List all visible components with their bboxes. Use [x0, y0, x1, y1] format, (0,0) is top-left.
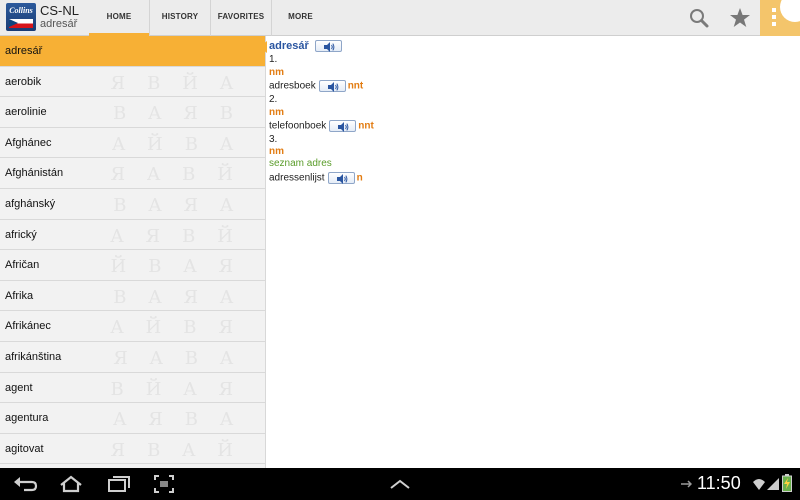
overflow-menu-icon — [772, 8, 777, 28]
entry-panel — [267, 36, 800, 468]
speaker-icon — [327, 82, 339, 92]
entry-headword: adresář — [269, 40, 309, 52]
speaker-icon — [338, 122, 349, 132]
decorative-circle — [780, 0, 800, 22]
gender: n — [356, 172, 363, 184]
list-item[interactable]: AЯBA agentura — [0, 403, 265, 434]
overflow-menu-button[interactable] — [760, 0, 800, 36]
list-item[interactable]: ЯBЙA aerobik — [0, 67, 265, 98]
list-item[interactable]: AЙBЯ Afrikánec — [0, 311, 265, 342]
translation-line: telefoonboek nnt — [269, 120, 374, 132]
favorite-button[interactable] — [726, 4, 754, 32]
gender: nnt — [358, 120, 374, 132]
tab-home[interactable]: HOME — [89, 0, 149, 36]
list-item[interactable]: ЯBAЙ agitovat — [0, 434, 265, 465]
sense-number: 3. — [269, 134, 278, 145]
part-of-speech: nm — [269, 107, 284, 118]
speaker-icon — [323, 42, 334, 53]
list-item[interactable]: BAЯA Afrika — [0, 281, 265, 312]
pronounce-button[interactable] — [329, 120, 357, 132]
list-item-label: Afričan — [5, 259, 40, 272]
translation: adressenlijst — [269, 172, 325, 184]
signal-icon — [767, 478, 779, 490]
list-item[interactable]: ЯABЙ Afghánistán — [0, 158, 265, 189]
home-icon[interactable] — [58, 474, 84, 494]
pronounce-button[interactable] — [327, 172, 355, 184]
czech-flag-icon — [9, 19, 33, 28]
list-item[interactable]: ЯABA afrikánština — [0, 342, 265, 373]
tab-more[interactable]: MORE — [271, 0, 329, 36]
sense-number: 1. — [269, 54, 278, 65]
translation-line: adressenlijst n — [269, 172, 363, 184]
list-item[interactable]: BAЯA afghánský — [0, 189, 265, 220]
translation: telefoonboek — [269, 120, 327, 132]
tab-favorites[interactable]: FAVORITES — [210, 0, 271, 36]
list-item-label: afrikánština — [5, 350, 62, 363]
selection-pointer — [259, 41, 267, 53]
word-list[interactable]: ABABadresář ЯBЙAaerobik BAЯBaerolinie AЙ… — [0, 36, 266, 468]
list-item[interactable]: AЯBЙ africký — [0, 220, 265, 251]
list-item[interactable]: AЙBA Afghánec — [0, 128, 265, 159]
wifi-icon — [753, 479, 765, 490]
part-of-speech: nm — [269, 146, 284, 157]
list-item[interactable]: ABABadresář — [0, 36, 265, 67]
pronounce-button[interactable] — [318, 80, 346, 92]
pronounce-button[interactable] — [314, 40, 342, 53]
sense-note: seznam adres — [269, 158, 332, 169]
list-item-label: adresář — [5, 45, 43, 57]
chevron-up-icon[interactable] — [388, 478, 412, 490]
list-item[interactable]: BЙAЯ agent — [0, 373, 265, 404]
list-item-label: aerobik — [5, 75, 42, 88]
screenshot-icon[interactable] — [153, 474, 175, 494]
list-item-label: aerolinie — [5, 106, 47, 119]
sense-number: 2. — [269, 94, 278, 105]
list-item[interactable]: ЙBAЯ Afričan — [0, 250, 265, 281]
translation: adresboek — [269, 80, 316, 92]
translation-line: adresboek nnt — [269, 80, 363, 92]
search-button[interactable] — [685, 4, 713, 32]
list-item-label: africký — [5, 228, 37, 241]
back-icon[interactable] — [12, 474, 38, 494]
list-item-label: agentura — [5, 412, 49, 425]
star-icon — [730, 8, 750, 27]
search-icon — [690, 9, 709, 28]
usb-icon — [681, 480, 692, 488]
speaker-icon — [336, 174, 347, 184]
list-item-label: agitovat — [5, 442, 44, 455]
battery-icon — [782, 474, 792, 492]
collins-logo[interactable]: Collins — [6, 3, 36, 31]
gender: nnt — [347, 80, 364, 92]
list-item-label: Afrikánec — [5, 320, 51, 333]
app-window: Collins CS-NL adresář HOME HISTORY FAVOR… — [0, 0, 800, 500]
entry-headword-line: adresář — [269, 40, 344, 53]
list-item-label: agent — [5, 381, 33, 394]
app-title: CS-NL — [40, 3, 80, 18]
logo-text: Collins — [9, 6, 33, 15]
clock: 11:50 — [697, 473, 741, 493]
system-navigation-bar: 11:50 — [0, 468, 800, 500]
list-item-label: Afrika — [5, 289, 34, 302]
app-subtitle: adresář — [40, 18, 78, 30]
action-bar: Collins CS-NL adresář HOME HISTORY FAVOR… — [0, 0, 800, 36]
tab-history[interactable]: HISTORY — [149, 0, 210, 36]
recent-apps-icon[interactable] — [106, 474, 132, 494]
list-item-label: afghánský — [5, 197, 56, 210]
list-item-label: Afghánistán — [5, 167, 64, 180]
list-item-label: Afghánec — [5, 136, 52, 149]
list-item[interactable]: BAЯB aerolinie — [0, 97, 265, 128]
part-of-speech: nm — [269, 67, 284, 78]
